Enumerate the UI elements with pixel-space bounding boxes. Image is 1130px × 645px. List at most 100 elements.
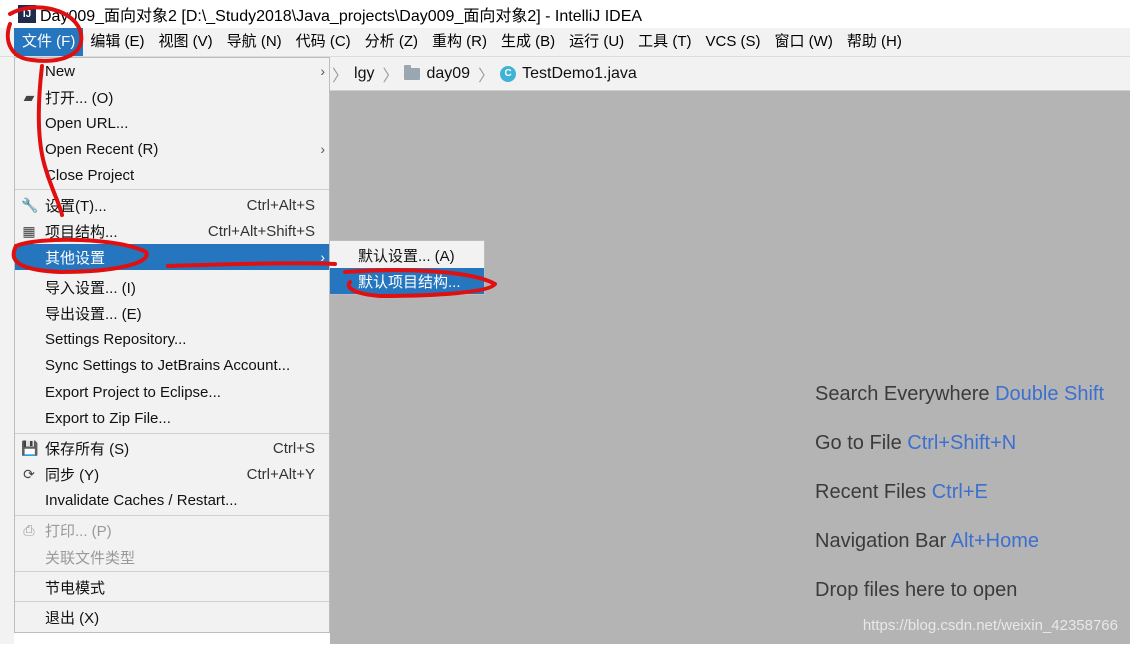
menu-help[interactable]: 帮助 (H): [840, 28, 909, 56]
submenu-item-default-settings[interactable]: 默认设置... (A): [330, 242, 484, 268]
menu-item-label: 导入设置... (I): [45, 279, 136, 297]
menu-item-label: Open URL...: [45, 114, 129, 132]
navigation-bar: 〉 lgy 〉 day09 〉 C TestDemo1.java: [330, 57, 1130, 91]
editor-hint: Search Everywhere Double Shift: [815, 383, 1104, 406]
menu-item-label: 打印... (P): [45, 522, 112, 540]
chevron-right-icon: ›: [320, 141, 325, 157]
menu-item-invalidate-caches[interactable]: Invalidate Caches / Restart...: [15, 487, 329, 513]
hint-shortcut: Ctrl+E: [931, 481, 988, 503]
menu-divider: [15, 571, 329, 572]
editor-hint: Go to File Ctrl+Shift+N: [815, 432, 1016, 455]
hint-text: Drop files here to open: [815, 579, 1018, 601]
menu-view[interactable]: 视图 (V): [152, 28, 220, 56]
menu-item-shortcut: Ctrl+Alt+Y: [246, 465, 315, 483]
folder-open-icon: ▰: [23, 88, 35, 105]
menu-item-close-project[interactable]: Close Project: [15, 162, 329, 188]
menu-item-new[interactable]: New ›: [15, 58, 329, 84]
menu-analyze[interactable]: 分析 (Z): [358, 28, 425, 56]
menu-item-label: Export Project to Eclipse...: [45, 383, 221, 401]
editor-hint: Drop files here to open: [815, 579, 1017, 602]
menu-item-label: 导出设置... (E): [45, 305, 142, 323]
menu-item-other-settings[interactable]: 其他设置 ›: [15, 244, 329, 270]
menu-item-shortcut: Ctrl+Alt+Shift+S: [207, 222, 315, 240]
menu-tools[interactable]: 工具 (T): [631, 28, 698, 56]
menu-item-label: Open Recent (R): [45, 140, 159, 158]
tool-window-strip: [0, 57, 14, 644]
menu-bar: 文件 (F) 编辑 (E) 视图 (V) 导航 (N) 代码 (C) 分析 (Z…: [0, 28, 1130, 57]
menu-item-save-all[interactable]: 💾 保存所有 (S) Ctrl+S: [15, 435, 329, 461]
hint-text: Search Everywhere: [815, 383, 990, 405]
menu-item-sync-settings[interactable]: Sync Settings to JetBrains Account...: [15, 352, 329, 378]
editor-hint: Navigation Bar Alt+Home: [815, 530, 1039, 553]
menu-item-project-structure[interactable]: ▦ 项目结构... Ctrl+Alt+Shift+S: [15, 218, 329, 244]
menu-item-export-settings[interactable]: 导出设置... (E): [15, 300, 329, 326]
menu-item-exit[interactable]: 退出 (X): [15, 604, 329, 630]
menu-item-associate-file-type: 关联文件类型: [15, 544, 329, 570]
hint-shortcut: Double Shift: [995, 383, 1105, 405]
menu-item-label: 打开... (O): [45, 89, 114, 107]
menu-item-label: 同步 (Y): [45, 466, 100, 484]
title-bar: IJ Day009_面向对象2 [D:\_Study2018\Java_proj…: [0, 0, 1130, 28]
menu-item-open-url[interactable]: Open URL...: [15, 110, 329, 136]
menu-item-shortcut: Ctrl+S: [272, 439, 315, 457]
menu-window[interactable]: 窗口 (W): [768, 28, 840, 56]
menu-file[interactable]: 文件 (F): [14, 28, 84, 56]
sync-icon: ⟳: [23, 465, 35, 482]
window-title: Day009_面向对象2 [D:\_Study2018\Java_project…: [40, 8, 643, 25]
menu-code[interactable]: 代码 (C): [289, 28, 358, 56]
folder-icon: [404, 64, 421, 80]
other-settings-submenu: 默认设置... (A) 默认项目结构...: [329, 240, 485, 295]
menu-item-label: 关联文件类型: [45, 549, 136, 567]
menu-refactor[interactable]: 重构 (R): [425, 28, 494, 56]
menu-item-export-zip[interactable]: Export to Zip File...: [15, 405, 329, 431]
breadcrumb-item[interactable]: day09: [404, 64, 471, 83]
menu-edit[interactable]: 编辑 (E): [83, 28, 151, 56]
breadcrumb-item[interactable]: C TestDemo1.java: [500, 65, 637, 83]
menu-item-import-settings[interactable]: 导入设置... (I): [15, 274, 329, 300]
menu-item-open-recent[interactable]: Open Recent (R) ›: [15, 136, 329, 162]
menu-navigate[interactable]: 导航 (N): [220, 28, 289, 56]
menu-vcs[interactable]: VCS (S): [699, 28, 768, 56]
breadcrumb-item[interactable]: lgy: [354, 65, 374, 83]
menu-item-shortcut: Ctrl+Alt+S: [246, 196, 315, 214]
menu-item-label: New: [45, 62, 76, 80]
menu-item-label: Export to Zip File...: [45, 409, 171, 427]
menu-divider: [15, 601, 329, 602]
menu-item-power-save-mode[interactable]: 节电模式: [15, 574, 329, 600]
chevron-right-icon: 〉: [332, 67, 349, 85]
editor-area[interactable]: Search Everywhere Double Shift Go to Fil…: [330, 91, 1130, 644]
breadcrumb-label: day09: [426, 64, 471, 82]
chevron-right-icon: 〉: [478, 67, 495, 85]
menu-divider: [15, 515, 329, 516]
menu-item-label: 设置(T)...: [45, 197, 107, 215]
wrench-icon: 🔧: [21, 196, 39, 213]
menu-item-open[interactable]: ▰ 打开... (O): [15, 84, 329, 110]
menu-divider: [15, 189, 329, 190]
menu-item-label: 退出 (X): [45, 609, 100, 627]
editor-hint: Recent Files Ctrl+E: [815, 481, 988, 504]
menu-item-settings-repository[interactable]: Settings Repository...: [15, 326, 329, 352]
menu-item-label: 其他设置: [45, 249, 106, 267]
menu-item-sync[interactable]: ⟳ 同步 (Y) Ctrl+Alt+Y: [15, 461, 329, 487]
menu-item-label: 项目结构...: [45, 223, 118, 241]
menu-run[interactable]: 运行 (U): [562, 28, 631, 56]
menu-divider: [15, 433, 329, 434]
project-structure-icon: ▦: [22, 222, 36, 239]
hint-text: Navigation Bar: [815, 530, 947, 552]
menu-item-label: Sync Settings to JetBrains Account...: [45, 356, 291, 374]
menu-item-settings[interactable]: 🔧 设置(T)... Ctrl+Alt+S: [15, 192, 329, 218]
print-icon: ⎙: [23, 521, 35, 538]
hint-shortcut: Alt+Home: [950, 530, 1040, 552]
menu-item-label: Invalidate Caches / Restart...: [45, 491, 238, 509]
intellij-app-icon: IJ: [18, 5, 36, 23]
breadcrumb-label: lgy: [354, 64, 375, 82]
chevron-right-icon: ›: [320, 63, 325, 79]
menu-item-export-eclipse[interactable]: Export Project to Eclipse...: [15, 379, 329, 405]
chevron-right-icon: 〉: [382, 67, 399, 85]
menu-item-label: 节电模式: [45, 579, 106, 597]
chevron-right-icon: ›: [320, 249, 325, 265]
hint-text: Go to File: [815, 432, 902, 454]
submenu-item-default-project-structure[interactable]: 默认项目结构...: [330, 268, 484, 294]
hint-shortcut: Ctrl+Shift+N: [907, 432, 1017, 454]
menu-build[interactable]: 生成 (B): [494, 28, 562, 56]
